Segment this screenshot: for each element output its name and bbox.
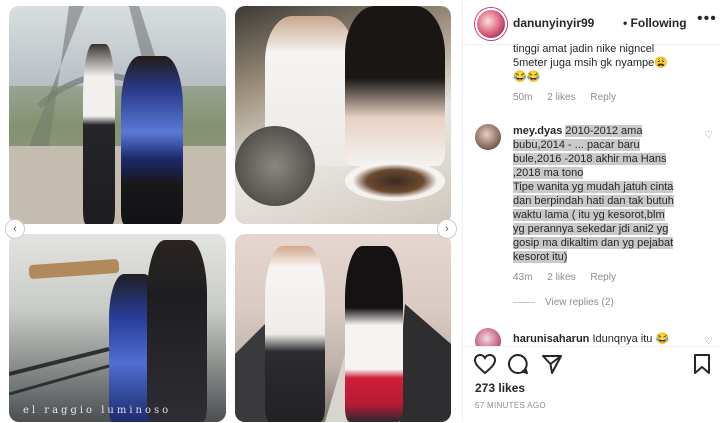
post-timestamp[interactable]: 57 MINUTES AGO (475, 401, 546, 410)
post-header: danunyinyir99 • Following ••• (463, 0, 720, 45)
view-replies-button[interactable]: View replies (2) (545, 297, 614, 308)
comment-time[interactable]: 43m (513, 272, 532, 283)
like-heart-icon[interactable] (473, 353, 497, 375)
photo-escalator-couple (235, 234, 451, 422)
comment-line: waktu lama ( itu yg kesorot,blm (513, 209, 665, 221)
comments-list[interactable]: tinggi amat jadin nike nigncel 5meter ju… (463, 44, 720, 346)
comment-line: ,2018 ma tono (513, 167, 584, 179)
man-figure (265, 246, 325, 422)
more-options-icon[interactable]: ••• (697, 10, 717, 28)
comment-line: Tipe wanita yg mudah jatuh cinta (513, 181, 674, 193)
railing (9, 347, 110, 396)
food-plate (345, 161, 445, 201)
commenter-username[interactable]: harunisaharun (513, 333, 589, 345)
comment-like-icon[interactable]: ♡ (704, 336, 713, 346)
post-media[interactable]: el raggio luminoso ‹ › (0, 0, 462, 422)
comment-likes[interactable]: 2 likes (547, 272, 575, 283)
comment-line: yg perannya sekedar jdi ani2 yg (513, 223, 669, 235)
commenter-avatar[interactable] (475, 124, 501, 150)
reply-button[interactable]: Reply (590, 272, 616, 283)
comment-likes[interactable]: 2 likes (547, 92, 575, 103)
photo-caption: el raggio luminoso (23, 405, 172, 416)
comment-line: dan berpindah hati dan tak butuh (513, 195, 674, 207)
comment-line: gosip ma dikaltim dan yg pejabat (513, 237, 674, 249)
author-avatar[interactable] (475, 8, 507, 40)
comment-line: bule,2016 -2018 akhir ma Hans (513, 153, 667, 165)
author-username[interactable]: danunyinyir99 (513, 16, 594, 30)
commenter-username[interactable]: mey.dyas (513, 125, 562, 137)
post-actions: 273 likes 57 MINUTES AGO (463, 346, 720, 423)
comment-line: bubu,2014 - ... pacar baru (513, 139, 640, 151)
comment-text: Idunqnya itu 😂 (592, 333, 670, 345)
comment-body: mey.dyas 2010-2012 ama bubu,2014 - ... p… (513, 124, 709, 308)
cooking-pot (235, 126, 315, 206)
woman-figure (121, 56, 183, 224)
comment-line: 😂😂 (513, 71, 541, 83)
reply-button[interactable]: Reply (590, 92, 616, 103)
eiffel-tower-illustration (9, 6, 226, 224)
post-sidebar: danunyinyir99 • Following ••• tinggi ama… (462, 0, 720, 422)
commenter-avatar[interactable] (475, 328, 501, 346)
comment-line: 2010-2012 ama (565, 125, 643, 137)
comment-meta: 50m 2 likes Reply (513, 92, 713, 103)
comment-line: tinggi amat jadin nike nigncel (513, 44, 655, 55)
comment-line: kesorot itu) (513, 251, 568, 263)
previous-arrow-icon[interactable]: ‹ (5, 219, 25, 239)
save-bookmark-icon[interactable] (693, 353, 711, 375)
comment-bubble-icon[interactable] (507, 353, 529, 375)
woman-dark-hair (345, 6, 445, 166)
comment-meta: 43m 2 likes Reply (513, 272, 709, 283)
following-status[interactable]: • Following (623, 16, 687, 30)
comment-body: harunisaharun Idunqnya itu 😂 (513, 332, 709, 346)
photo-eiffel-tower-couple (9, 6, 226, 224)
man-figure (83, 44, 115, 224)
photo-observation-deck: el raggio luminoso (9, 234, 226, 422)
woman-figure (345, 246, 403, 422)
replies-divider (513, 301, 535, 303)
photo-couple-dining (235, 6, 451, 224)
comment-like-icon[interactable]: ♡ (704, 130, 713, 141)
comment-time[interactable]: 50m (513, 92, 532, 103)
likes-count[interactable]: 273 likes (475, 381, 525, 395)
comment-item: tinggi amat jadin nike nigncel 5meter ju… (513, 44, 713, 103)
share-icon[interactable] (541, 353, 563, 375)
next-arrow-icon[interactable]: › (437, 219, 457, 239)
view-replies-row[interactable]: View replies (2) (513, 297, 709, 308)
comment-line: 5meter juga msih gk nyampe😩 (513, 57, 668, 69)
